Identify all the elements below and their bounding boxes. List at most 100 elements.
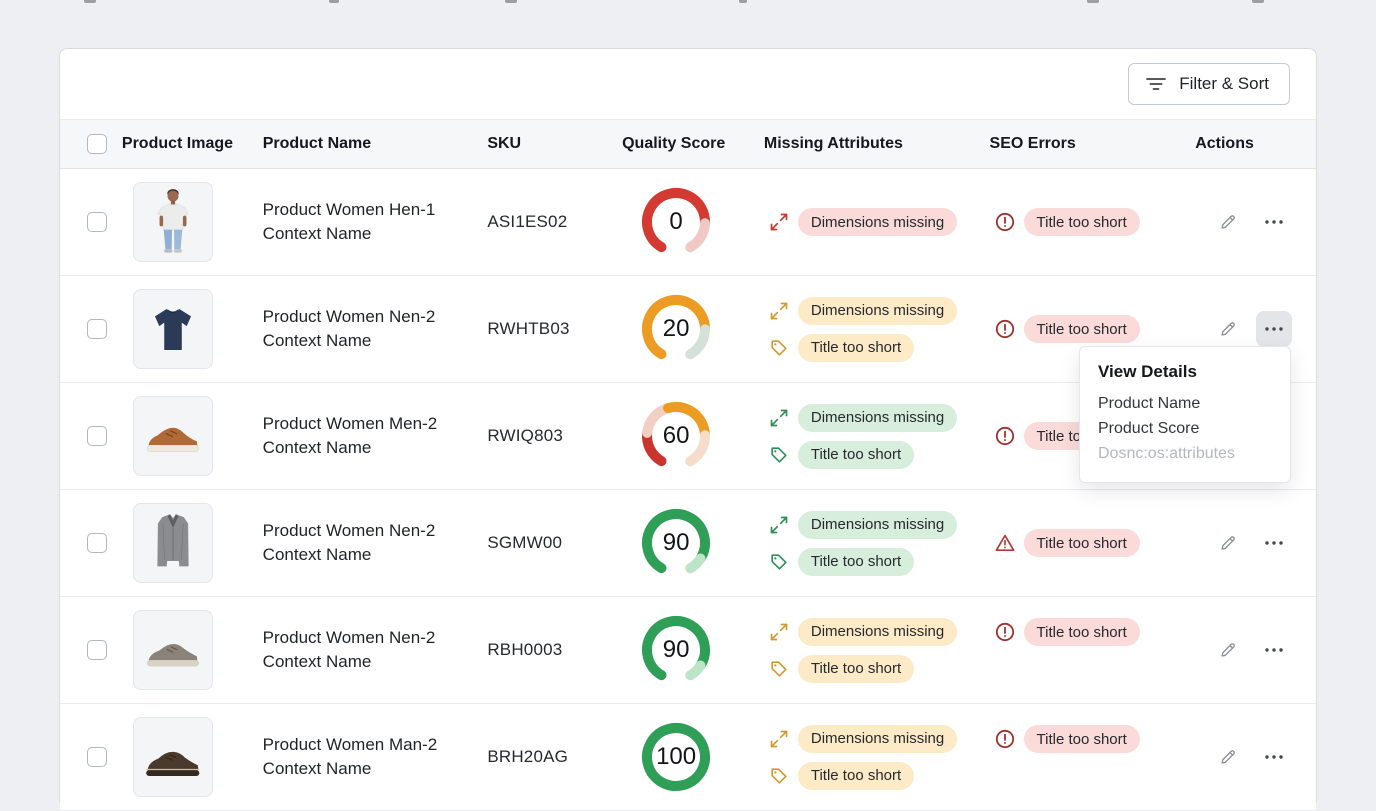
quality-score-gauge: 0 [638,184,714,260]
tag-icon [768,551,790,573]
row-checkbox[interactable] [87,640,107,660]
edit-button[interactable] [1210,311,1246,347]
seo-errors-cell: Title too short [990,169,1196,275]
product-image [133,717,213,797]
table-row: Product Women Nen-2Context NameRBH000390… [60,597,1316,704]
more-actions-button[interactable] [1256,525,1292,561]
product-image [133,503,213,583]
select-all-checkbox[interactable] [87,134,107,154]
row-checkbox[interactable] [87,426,107,446]
expand-icon [768,728,790,750]
quality-score-gauge: 90 [638,612,714,688]
table-header: Product Image Product Name SKU Quality S… [60,119,1316,169]
circle-alert-icon [994,318,1016,340]
product-name-line1: Product Women Hen-1 [263,198,436,222]
col-header-quality-score: Quality Score [622,135,764,153]
edit-button[interactable] [1210,739,1246,775]
edit-button[interactable] [1210,632,1246,668]
product-name: Product Women Man-2Context Name [263,733,437,781]
product-image [133,610,213,690]
row-checkbox[interactable] [87,319,107,339]
circle-alert-icon [994,425,1016,447]
product-sku: RWHTB03 [487,319,569,339]
product-image [133,182,213,262]
popup-title: View Details [1098,362,1272,382]
seo-errors-cell: Title too short [990,490,1196,596]
missing-attribute-badge: Title too short [798,655,914,683]
missing-attributes-cell: Dimensions missingTitle too short [764,383,990,489]
row-checkbox[interactable] [87,747,107,767]
quality-score-value: 60 [638,398,714,474]
more-actions-button[interactable] [1256,632,1292,668]
circle-alert-icon [994,621,1016,643]
missing-attribute-badge: Dimensions missing [798,511,957,539]
product-name: Product Women Nen-2Context Name [263,305,436,353]
col-header-product-image: Product Image [122,135,263,153]
product-sku: RWIQ803 [487,426,563,446]
quality-score-value: 0 [638,184,714,260]
product-name-line1: Product Women Men-2 [263,412,437,436]
quality-score-value: 100 [638,719,714,795]
top-edge-artifact [1252,0,1264,3]
product-name-line2: Context Name [263,329,436,353]
seo-error-badge: Title too short [1024,618,1140,646]
toolbar: Filter & Sort [60,49,1316,119]
more-actions-button[interactable] [1256,311,1292,347]
product-name-line2: Context Name [263,543,436,567]
seo-error-badge: Title too short [1024,315,1140,343]
menu-item-product-name[interactable]: Product Name [1098,391,1272,416]
edit-button[interactable] [1210,525,1246,561]
actions-menu-popup: View Details Product NameProduct ScoreDo… [1079,346,1291,483]
product-name: Product Women Nen-2Context Name [263,626,436,674]
row-checkbox[interactable] [87,212,107,232]
quality-score-gauge: 20 [638,291,714,367]
missing-attribute-badge: Dimensions missing [798,404,957,432]
menu-item-product-score[interactable]: Product Score [1098,416,1272,441]
missing-attribute-badge: Dimensions missing [798,208,957,236]
tag-icon [768,337,790,359]
top-edge-artifact [329,0,339,3]
top-edge-artifact [505,0,517,3]
seo-error-badge: Title too short [1024,529,1140,557]
tag-icon [768,444,790,466]
quality-score-value: 90 [638,505,714,581]
table-body: Product Women Hen-1Context NameASI1ES020… [60,169,1316,811]
quality-score-gauge: 60 [638,398,714,474]
table-row: Product Women Man-2Context Name BRH20AG 10… [60,704,1316,811]
product-name-line1: Product Women Nen-2 [263,626,436,650]
filter-sort-button[interactable]: Filter & Sort [1128,63,1290,105]
more-actions-button[interactable] [1256,204,1292,240]
expand-icon [768,621,790,643]
edit-button[interactable] [1210,204,1246,240]
missing-attribute-badge: Title too short [798,334,914,362]
product-name-line1: Product Women Nen-2 [263,519,436,543]
col-header-missing-attributes: Missing Attributes [764,135,990,153]
seo-error-badge: Title too short [1024,208,1140,236]
menu-item-dosnc-os-attributes: Dosnc:os:attributes [1098,441,1272,466]
table-row: Product Women Nen-2Context NameSGMW0090D… [60,490,1316,597]
table-row: Product Women Hen-1Context NameASI1ES020… [60,169,1316,276]
top-edge-artifact [84,0,96,3]
product-name: Product Women Men-2Context Name [263,412,437,460]
quality-score-value: 20 [638,291,714,367]
product-name-line2: Context Name [263,757,437,781]
quality-score-gauge: 100 [638,719,714,795]
missing-attribute-badge: Dimensions missing [798,618,957,646]
row-checkbox[interactable] [87,533,107,553]
missing-attribute-badge: Dimensions missing [798,297,957,325]
product-name-line1: Product Women Nen-2 [263,305,436,329]
more-actions-button[interactable] [1256,739,1292,775]
filter-lines-icon [1145,73,1167,95]
missing-attributes-cell: Dimensions missing Title too short [764,597,990,703]
product-image [133,396,213,476]
missing-attribute-badge: Title too short [798,548,914,576]
popup-item-list: Product NameProduct ScoreDosnc:os:attrib… [1098,391,1272,466]
expand-icon [768,514,790,536]
col-header-sku: SKU [487,135,622,153]
filter-sort-label: Filter & Sort [1179,74,1269,94]
col-header-seo-errors: SEO Errors [990,135,1196,153]
product-sku: BRH20AG [487,747,568,767]
seo-errors-cell: Title too short [990,597,1196,703]
tag-icon [768,658,790,680]
circle-alert-icon [994,211,1016,233]
